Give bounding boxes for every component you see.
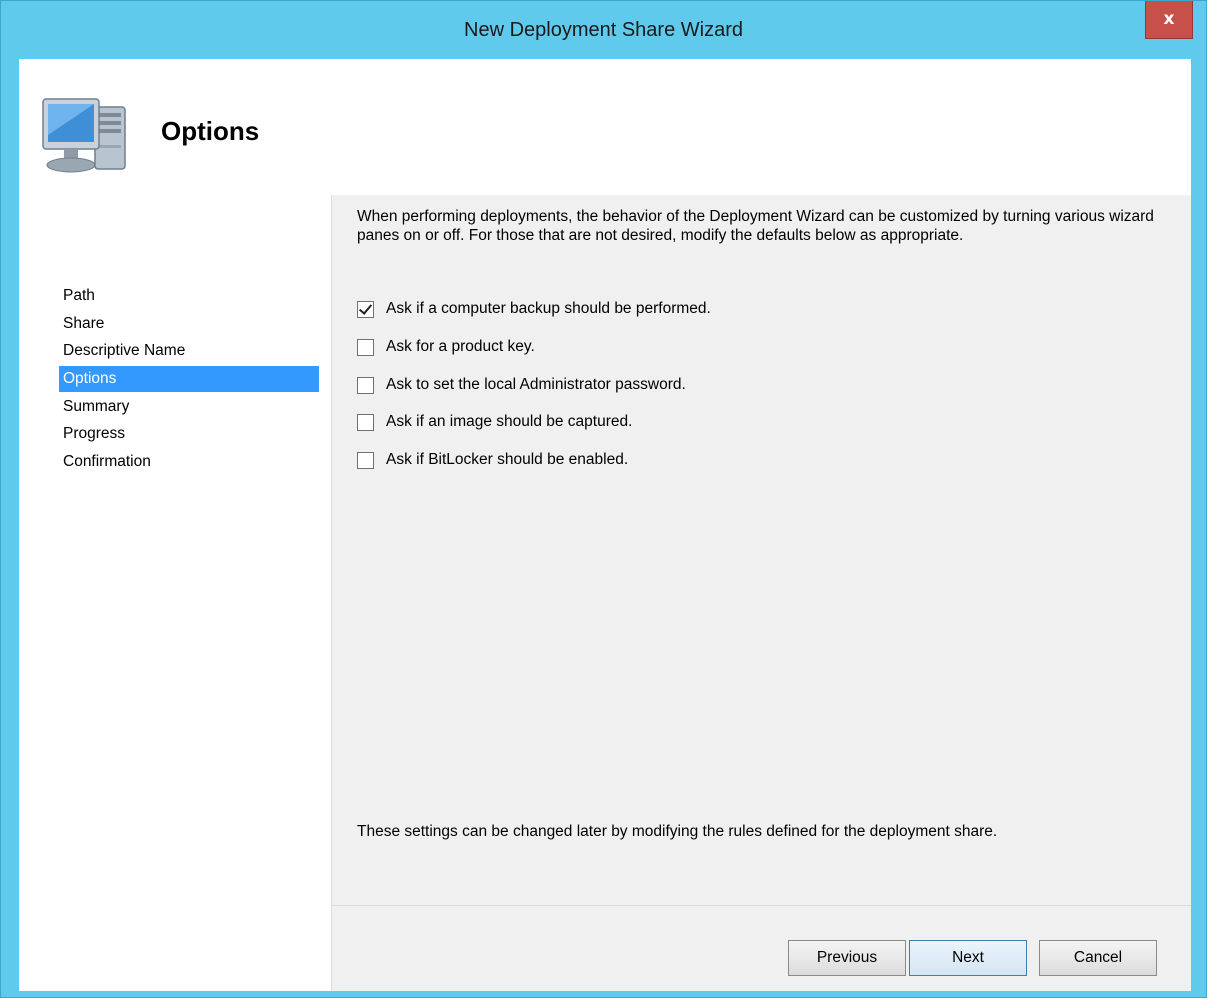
option-admin-password[interactable]: Ask to set the local Administrator passw… xyxy=(357,374,686,396)
bitlocker-checkbox[interactable] xyxy=(357,451,374,469)
computer-icon xyxy=(42,98,126,173)
wizard-header: Options xyxy=(19,59,1191,195)
options-panel: When performing deployments, the behavio… xyxy=(332,195,1191,991)
page-title: Options xyxy=(161,116,260,146)
option-product-key[interactable]: Ask for a product key. xyxy=(357,336,535,358)
nav-step-progress[interactable]: Progress xyxy=(59,421,319,447)
option-bitlocker[interactable]: Ask if BitLocker should be enabled. xyxy=(357,449,628,471)
bitlocker-option-label: Ask if BitLocker should be enabled. xyxy=(386,451,629,468)
product-key-option-label: Ask for a product key. xyxy=(386,338,535,355)
nav-step-path[interactable]: Path xyxy=(59,283,319,309)
cancel-button[interactable]: Cancel xyxy=(1039,940,1157,976)
nav-step-descriptive-name[interactable]: Descriptive Name xyxy=(59,338,319,364)
settings-footnote: These settings can be changed later by m… xyxy=(357,823,998,840)
image-capture-option-label: Ask if an image should be captured. xyxy=(386,413,633,430)
nav-step-confirmation[interactable]: Confirmation xyxy=(59,449,319,475)
nav-step-summary[interactable]: Summary xyxy=(59,394,319,420)
option-computer-backup[interactable]: Ask if a computer backup should be perfo… xyxy=(357,298,711,320)
close-button[interactable]: x xyxy=(1145,1,1193,39)
title-bar[interactable]: New Deployment Share Wizard x xyxy=(1,1,1206,59)
wizard-window: New Deployment Share Wizard x Options Pa… xyxy=(0,0,1207,998)
next-button[interactable]: Next xyxy=(909,940,1027,976)
option-image-capture[interactable]: Ask if an image should be captured. xyxy=(357,411,632,433)
nav-step-options[interactable]: Options xyxy=(59,366,319,392)
intro-text: When performing deployments, the behavio… xyxy=(357,208,1154,244)
admin-password-option-label: Ask to set the local Administrator passw… xyxy=(386,376,686,393)
backup-option-label: Ask if a computer backup should be perfo… xyxy=(386,300,711,317)
nav-step-share[interactable]: Share xyxy=(59,311,319,337)
window-title: New Deployment Share Wizard xyxy=(464,19,743,41)
wizard-client-area: Options Path Share Descriptive Name Opti… xyxy=(19,59,1191,991)
product-key-checkbox[interactable] xyxy=(357,338,374,356)
previous-button[interactable]: Previous xyxy=(788,940,906,976)
backup-checkbox[interactable] xyxy=(357,300,374,318)
wizard-steps-nav: Path Share Descriptive Name Options Summ… xyxy=(19,195,332,991)
admin-password-checkbox[interactable] xyxy=(357,376,374,394)
button-bar-divider xyxy=(332,905,1191,906)
image-capture-checkbox[interactable] xyxy=(357,413,374,431)
